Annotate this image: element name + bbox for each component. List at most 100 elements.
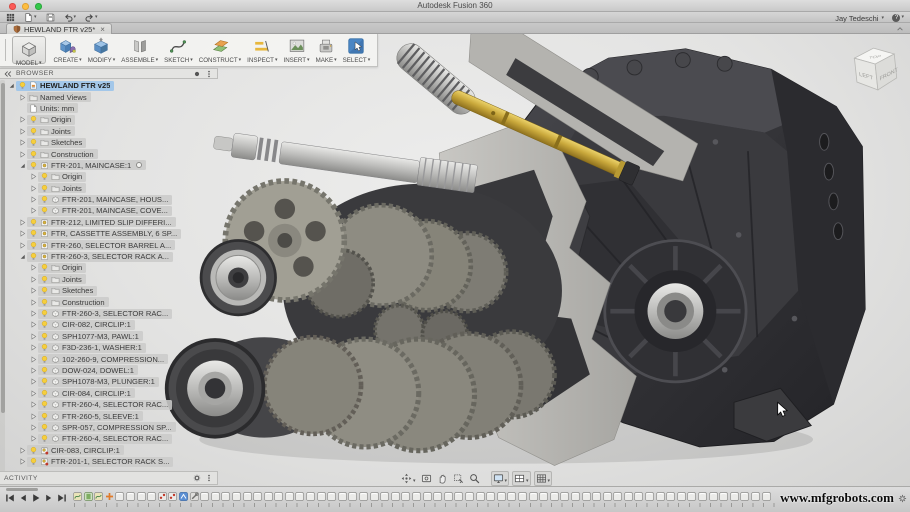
- tree-item[interactable]: FTR-201-1, SELECTOR RACK S...: [27, 457, 173, 467]
- timeline-options-gear-icon[interactable]: [898, 494, 907, 503]
- qat-apps-grid-button[interactable]: [6, 13, 15, 22]
- tree-item[interactable]: FTR-201, MAINCASE:1: [27, 160, 146, 170]
- tree-item[interactable]: HEWLAND FTR v25: [16, 81, 114, 91]
- navbar-display-settings-button[interactable]: ▾: [491, 471, 510, 486]
- tree-row[interactable]: FTR-201, MAINCASE, HOUS...: [7, 194, 218, 205]
- expander-closed-icon[interactable]: [18, 150, 27, 159]
- activity-settings-gear-icon[interactable]: [193, 474, 201, 482]
- tree-item[interactable]: Construction: [27, 149, 98, 159]
- navbar-viewports-button[interactable]: ▾: [512, 471, 531, 486]
- tree-row[interactable]: Origin: [7, 171, 218, 182]
- tree-item[interactable]: FTR-260-5, SLEEVE:1: [38, 411, 143, 421]
- expander-closed-icon[interactable]: [29, 195, 38, 204]
- navbar-pan-orbit-button[interactable]: ▾: [400, 472, 417, 485]
- timeline-feature-plain-icon[interactable]: [115, 492, 124, 501]
- timeline-feature-plain-icon[interactable]: [687, 492, 696, 501]
- timeline-feature-plain-icon[interactable]: [476, 492, 485, 501]
- tree-item[interactable]: Origin: [27, 115, 75, 125]
- timeline-feature-plain-icon[interactable]: [634, 492, 643, 501]
- timeline-step-back-button[interactable]: [18, 493, 28, 503]
- tree-row[interactable]: CIR-083, CIRCLIP:1: [7, 445, 218, 456]
- tree-item[interactable]: Sketches: [27, 138, 86, 148]
- tree-item[interactable]: F3D-236-1, WASHER:1: [38, 343, 146, 353]
- tree-row[interactable]: FTR, CASSETTE ASSEMBLY, 6 SP...: [7, 228, 218, 239]
- tree-item[interactable]: SPR-057, COMPRESSION SP...: [38, 422, 176, 432]
- timeline-feature-joint-icon[interactable]: [168, 492, 177, 501]
- help-menu[interactable]: ? ▾: [892, 14, 904, 22]
- timeline-feature-plain-icon[interactable]: [571, 492, 580, 501]
- tree-row[interactable]: SPR-057, COMPRESSION SP...: [7, 422, 218, 433]
- navbar-look-at-button[interactable]: [420, 472, 433, 485]
- expander-open-icon[interactable]: [18, 252, 27, 261]
- timeline-scrollbar-thumb[interactable]: [6, 488, 38, 491]
- tree-row[interactable]: Origin: [7, 262, 218, 273]
- tree-item[interactable]: Joints: [27, 126, 75, 136]
- tab-hewland-ftr[interactable]: HEWLAND FTR v25* ×: [6, 23, 112, 34]
- tree-item[interactable]: DOW-024, DOWEL:1: [38, 365, 138, 375]
- timeline-feature-plain-icon[interactable]: [486, 492, 495, 501]
- timeline-feature-plain-icon[interactable]: [423, 492, 432, 501]
- browser-scrollbar-thumb[interactable]: [1, 83, 5, 413]
- expander-closed-icon[interactable]: [29, 377, 38, 386]
- qat-undo-button[interactable]: ▾: [64, 13, 77, 22]
- tree-row[interactable]: Units: mm: [7, 103, 218, 114]
- expander-closed-icon[interactable]: [18, 115, 27, 124]
- expander-closed-icon[interactable]: [18, 229, 27, 238]
- tree-item[interactable]: FTR-260, SELECTOR BARREL A...: [27, 240, 175, 250]
- expander-closed-icon[interactable]: [18, 446, 27, 455]
- timeline-feature-plain-icon[interactable]: [719, 492, 728, 501]
- timeline-feature-plain-icon[interactable]: [126, 492, 135, 501]
- tree-row[interactable]: FTR-212, LIMITED SLIP DIFFERI...: [7, 217, 218, 228]
- timeline-feature-plain-icon[interactable]: [539, 492, 548, 501]
- timeline-feature-plain-icon[interactable]: [529, 492, 538, 501]
- tree-row[interactable]: Joints: [7, 274, 218, 285]
- qat-redo-button[interactable]: ▾: [85, 13, 98, 22]
- qat-file-menu-button[interactable]: ▾: [24, 13, 37, 22]
- timeline-step-forward-button[interactable]: [44, 493, 54, 503]
- tree-row[interactable]: HEWLAND FTR v25: [7, 80, 218, 91]
- tree-row[interactable]: FTR-260-3, SELECTOR RACK A...: [7, 251, 218, 262]
- tree-row[interactable]: SPH1078-M3, PLUNGER:1: [7, 376, 218, 387]
- expander-closed-icon[interactable]: [29, 400, 38, 409]
- timeline-feature-plain-icon[interactable]: [348, 492, 357, 501]
- timeline-feature-plain-icon[interactable]: [645, 492, 654, 501]
- tree-item[interactable]: Joints: [38, 183, 86, 193]
- timeline-feature-plain-icon[interactable]: [518, 492, 527, 501]
- timeline-feature-green-icon[interactable]: [84, 492, 93, 501]
- timeline-feature-plain-icon[interactable]: [613, 492, 622, 501]
- timeline-feature-plain-icon[interactable]: [380, 492, 389, 501]
- ribbon-model-menu[interactable]: MODEL▾: [12, 36, 46, 64]
- view-cube[interactable]: TOP LEFT FRONT: [846, 42, 906, 102]
- timeline-feature-plain-icon[interactable]: [327, 492, 336, 501]
- tree-item[interactable]: FTR, CASSETTE ASSEMBLY, 6 SP...: [27, 229, 181, 239]
- expander-closed-icon[interactable]: [29, 309, 38, 318]
- tree-row[interactable]: FTR-201, MAINCASE:1: [7, 160, 218, 171]
- timeline-feature-plain-icon[interactable]: [370, 492, 379, 501]
- expander-closed-icon[interactable]: [29, 412, 38, 421]
- expander-open-icon[interactable]: [7, 81, 16, 90]
- input-shaft[interactable]: [212, 129, 477, 193]
- expander-closed-icon[interactable]: [29, 366, 38, 375]
- expander-closed-icon[interactable]: [18, 218, 27, 227]
- tree-row[interactable]: Sketches: [7, 137, 218, 148]
- timeline-feature-plain-icon[interactable]: [232, 492, 241, 501]
- expander-closed-icon[interactable]: [18, 241, 27, 250]
- timeline-feature-sketch-icon[interactable]: [73, 492, 82, 501]
- timeline-feature-plain-icon[interactable]: [497, 492, 506, 501]
- timeline-feature-joint-icon[interactable]: [158, 492, 167, 501]
- tree-item[interactable]: FTR-201, MAINCASE, COVE...: [38, 206, 172, 216]
- tree-row[interactable]: 102-260-9, COMPRESSION...: [7, 353, 218, 364]
- timeline-feature-plain-icon[interactable]: [433, 492, 442, 501]
- tree-item[interactable]: Origin: [38, 263, 86, 273]
- qat-save-button[interactable]: [46, 13, 55, 22]
- tree-item[interactable]: FTR-260-3, SELECTOR RACK A...: [27, 252, 173, 262]
- timeline-feature-plus-icon[interactable]: [105, 492, 114, 501]
- panel-menu-icon[interactable]: [205, 70, 213, 78]
- tree-item[interactable]: FTR-260-3, SELECTOR RAC...: [38, 309, 172, 319]
- activity-panel-header[interactable]: ACTIVITY: [0, 471, 218, 485]
- ribbon-create-menu[interactable]: CREATE▾: [51, 34, 85, 66]
- ribbon-construct-menu[interactable]: CONSTRUCT▾: [196, 34, 244, 66]
- ribbon-sketch-menu[interactable]: SKETCH▾: [161, 34, 196, 66]
- tree-item[interactable]: CIR-084, CIRCLIP:1: [38, 388, 135, 398]
- timeline-feature-plain-icon[interactable]: [656, 492, 665, 501]
